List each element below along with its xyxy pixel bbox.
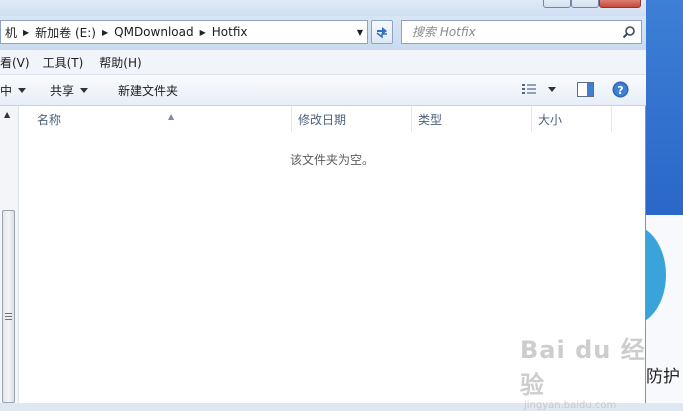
share-button[interactable]: 共享 bbox=[50, 82, 89, 99]
chevron-right-icon[interactable]: ▶ bbox=[198, 28, 208, 37]
baidu-watermark: Bai du 经验 jingyan.baidu.com bbox=[520, 330, 646, 411]
sort-up-icon: ▲ bbox=[168, 112, 175, 121]
minimize-button[interactable] bbox=[543, 0, 571, 8]
column-header-name-label: 名称 bbox=[37, 113, 62, 127]
scrollbar-thumb[interactable] bbox=[2, 210, 15, 403]
chevron-right-icon[interactable]: ▶ bbox=[21, 28, 31, 37]
address-bar[interactable]: 机 ▶ 新加卷 (E:) ▶ QMDownload ▶ Hotfix ▼ bbox=[0, 20, 368, 44]
menu-view[interactable]: 看(V) bbox=[0, 54, 30, 71]
include-in-library-button[interactable]: 中 bbox=[0, 82, 27, 99]
close-button[interactable] bbox=[599, 0, 641, 8]
search-input[interactable] bbox=[410, 24, 624, 40]
dropdown-arrow-icon bbox=[18, 88, 27, 93]
watermark-main-text: Bai du 经验 bbox=[520, 336, 646, 399]
svg-text:?: ? bbox=[617, 84, 623, 97]
desktop-blue-panel bbox=[646, 0, 683, 215]
address-bar-row: 机 ▶ 新加卷 (E:) ▶ QMDownload ▶ Hotfix ▼ bbox=[0, 16, 646, 50]
scroll-up-icon[interactable]: ▲ bbox=[4, 110, 10, 119]
view-options-button[interactable] bbox=[522, 83, 556, 95]
dropdown-arrow-icon[interactable]: ▼ bbox=[351, 21, 367, 43]
chevron-right-icon[interactable]: ▶ bbox=[100, 28, 110, 37]
column-headers: 名称 ▲ 修改日期 类型 大小 bbox=[19, 106, 645, 132]
search-box[interactable] bbox=[401, 20, 642, 44]
preview-pane-button[interactable] bbox=[577, 82, 594, 97]
desktop-background: 防护 bbox=[638, 0, 683, 403]
navigation-pane[interactable]: ▲ bbox=[0, 106, 19, 403]
empty-folder-message: 该文件夹为空。 bbox=[290, 153, 375, 167]
help-icon: ? bbox=[612, 81, 629, 98]
breadcrumb-hotfix[interactable]: Hotfix bbox=[208, 21, 252, 43]
breadcrumb-computer[interactable]: 机 bbox=[1, 21, 21, 43]
menu-tools[interactable]: 工具(T) bbox=[43, 54, 84, 71]
title-bar bbox=[0, 0, 646, 16]
desktop-partial-text: 防护 bbox=[646, 367, 680, 387]
preview-pane-icon bbox=[577, 82, 594, 97]
column-header-size[interactable]: 大小 bbox=[532, 106, 612, 132]
dropdown-arrow-icon bbox=[548, 86, 556, 92]
command-toolbar: 中 共享 新建文件夹 ? bbox=[0, 75, 646, 106]
menu-help[interactable]: 帮助(H) bbox=[99, 54, 141, 71]
refresh-icon bbox=[376, 27, 387, 39]
maximize-button[interactable] bbox=[571, 0, 599, 8]
column-header-type[interactable]: 类型 bbox=[412, 106, 532, 132]
scrollbar-grip bbox=[5, 313, 12, 322]
share-label: 共享 bbox=[50, 84, 75, 98]
search-icon[interactable] bbox=[622, 25, 636, 39]
help-button[interactable]: ? bbox=[612, 81, 629, 98]
watermark-sub-text: jingyan.baidu.com bbox=[524, 400, 617, 411]
view-options-icon bbox=[522, 84, 536, 94]
new-folder-button[interactable]: 新建文件夹 bbox=[118, 82, 178, 99]
include-in-library-label: 中 bbox=[0, 84, 13, 98]
menu-bar: 看(V) 工具(T) 帮助(H) bbox=[0, 50, 646, 75]
breadcrumb-drive-e[interactable]: 新加卷 (E:) bbox=[31, 21, 100, 43]
dropdown-arrow-icon bbox=[80, 88, 89, 93]
breadcrumb-qmdownload[interactable]: QMDownload bbox=[110, 21, 197, 43]
column-header-date[interactable]: 修改日期 bbox=[292, 106, 412, 132]
refresh-button[interactable] bbox=[371, 20, 393, 44]
column-header-name[interactable]: 名称 ▲ bbox=[31, 106, 292, 132]
